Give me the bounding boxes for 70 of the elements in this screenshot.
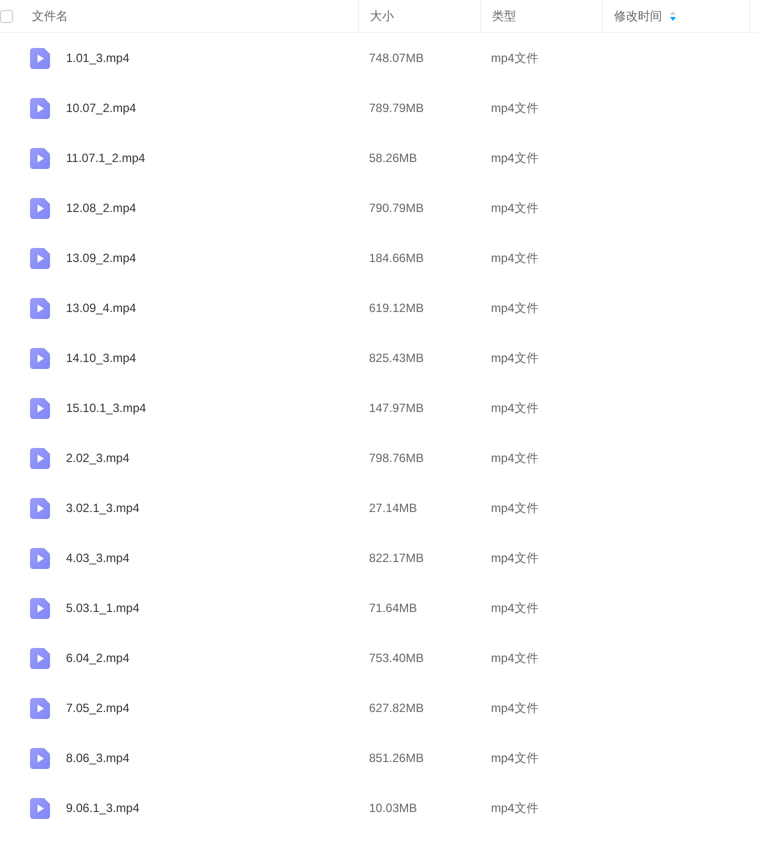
video-file-icon [30, 298, 50, 318]
video-file-icon [30, 448, 50, 468]
video-file-icon [30, 348, 50, 368]
file-name[interactable]: 1.01_3.mp4 [66, 49, 130, 67]
file-type: mp4文件 [491, 750, 538, 767]
file-type: mp4文件 [491, 500, 538, 517]
file-type: mp4文件 [491, 100, 538, 117]
video-file-icon [30, 798, 50, 818]
file-type: mp4文件 [491, 150, 538, 167]
file-type: mp4文件 [491, 250, 538, 267]
file-name[interactable]: 14.10_3.mp4 [66, 349, 136, 367]
file-type: mp4文件 [491, 650, 538, 667]
file-size: 822.17MB [369, 550, 424, 567]
file-size: 71.64MB [369, 600, 418, 617]
file-name[interactable]: 13.09_2.mp4 [66, 249, 136, 267]
video-file-icon [30, 48, 50, 68]
file-name[interactable]: 6.04_2.mp4 [66, 649, 130, 667]
file-name[interactable]: 8.06_3.mp4 [66, 749, 130, 767]
file-type: mp4文件 [491, 400, 538, 417]
video-file-icon [30, 498, 50, 518]
video-file-icon [30, 548, 50, 568]
file-size: 825.43MB [369, 350, 424, 367]
column-header[interactable]: 类型 [492, 7, 516, 25]
file-size: 27.14MB [369, 500, 418, 517]
sort-icon[interactable] [670, 11, 676, 21]
video-file-icon [30, 248, 50, 268]
video-file-icon [30, 398, 50, 418]
file-size: 619.12MB [369, 300, 424, 317]
file-name[interactable]: 2.02_3.mp4 [66, 449, 130, 467]
file-type: mp4文件 [491, 350, 538, 367]
video-file-icon [30, 98, 50, 118]
file-size: 790.79MB [369, 200, 424, 217]
file-type: mp4文件 [491, 550, 538, 567]
file-size: 58.26MB [369, 150, 418, 167]
file-size: 748.07MB [369, 50, 424, 67]
file-size: 147.97MB [369, 400, 424, 417]
video-file-icon [30, 748, 50, 768]
column-header[interactable]: 修改时间 [614, 7, 662, 25]
file-name[interactable]: 10.07_2.mp4 [66, 99, 136, 117]
video-file-icon [30, 148, 50, 168]
file-type: mp4文件 [491, 700, 538, 717]
file-name[interactable]: 3.02.1_3.mp4 [66, 499, 140, 517]
file-name[interactable]: 4.03_3.mp4 [66, 549, 130, 567]
select-all-checkbox[interactable] [0, 10, 13, 22]
column-header[interactable]: 文件名 [32, 7, 68, 25]
file-type: mp4文件 [491, 450, 538, 467]
file-size: 10.03MB [369, 800, 418, 817]
column-header[interactable]: 大小 [370, 7, 394, 25]
file-name[interactable]: 12.08_2.mp4 [66, 199, 136, 217]
file-name[interactable]: 9.06.1_3.mp4 [66, 799, 140, 817]
file-size: 851.26MB [369, 750, 424, 767]
video-file-icon [30, 198, 50, 218]
file-size: 789.79MB [369, 100, 424, 117]
file-name[interactable]: 13.09_4.mp4 [66, 299, 136, 317]
file-name[interactable]: 7.05_2.mp4 [66, 699, 130, 717]
file-size: 184.66MB [369, 250, 424, 267]
file-type: mp4文件 [491, 50, 538, 67]
file-type: mp4文件 [491, 300, 538, 317]
file-name[interactable]: 11.07.1_2.mp4 [66, 149, 146, 167]
file-name[interactable]: 5.03.1_1.mp4 [66, 599, 140, 617]
video-file-icon [30, 648, 50, 668]
file-type: mp4文件 [491, 600, 538, 617]
file-name[interactable]: 15.10.1_3.mp4 [66, 399, 146, 417]
file-size: 798.76MB [369, 450, 424, 467]
video-file-icon [30, 698, 50, 718]
video-file-icon [30, 598, 50, 618]
file-size: 753.40MB [369, 650, 424, 667]
file-size: 627.82MB [369, 700, 424, 717]
file-type: mp4文件 [491, 200, 538, 217]
file-type: mp4文件 [491, 800, 538, 817]
